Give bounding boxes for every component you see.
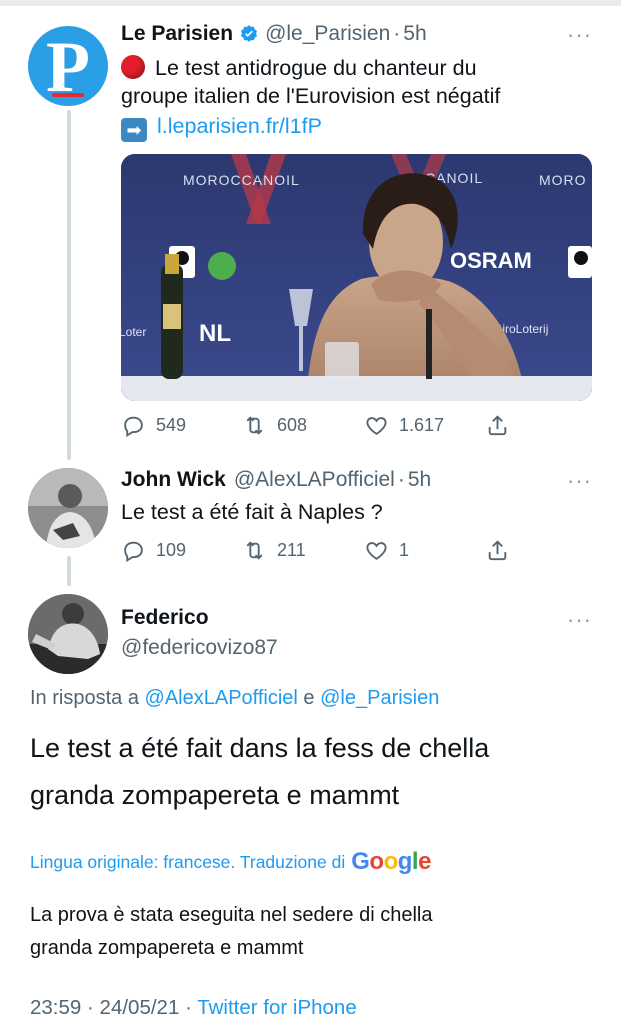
mention-link[interactable]: @AlexLAPofficiel <box>145 687 298 709</box>
table <box>121 376 592 401</box>
author-handle[interactable]: @le_Parisien <box>265 22 390 46</box>
main-tweet-line-1: Le test a été fait dans la fess de chell… <box>30 733 490 763</box>
retweet-count: 211 <box>277 540 306 560</box>
translation-label: Lingua originale: francese. Traduzione d… <box>30 851 346 872</box>
article-link[interactable]: l.leparisien.fr/l1fP <box>157 114 322 138</box>
more-options-icon[interactable]: ··· <box>567 24 592 46</box>
reply-count: 109 <box>156 540 187 560</box>
retweet-button[interactable]: 211 <box>242 538 306 563</box>
author-handle[interactable]: @federicovizo87 <box>121 636 278 660</box>
reply-button[interactable]: 549 <box>121 413 186 438</box>
reply-to-label: In risposta a <box>30 687 139 709</box>
author-handle[interactable]: @AlexLAPofficiel <box>234 468 395 492</box>
country-code-text: NL <box>199 320 231 347</box>
like-button[interactable]: 1 <box>364 538 409 563</box>
federico-avatar[interactable] <box>28 594 108 674</box>
reply-icon <box>124 416 143 438</box>
avatar-photo <box>28 468 108 548</box>
more-options-icon[interactable]: ··· <box>567 609 592 631</box>
tweet-date[interactable]: 24/05/21 <box>100 996 180 1019</box>
share-button[interactable] <box>485 538 520 563</box>
share-icon <box>488 415 507 436</box>
translation-attribution[interactable]: Lingua originale: francese. Traduzione d… <box>30 848 431 876</box>
translated-text: La prova è stata eseguita nel sedere di … <box>30 899 600 965</box>
translated-line-2: granda zompapereta e mammt <box>30 937 304 959</box>
tweet-media-image[interactable]: MOROCCANOIL CANOIL MORO OSRAM NL Loter k… <box>121 154 592 401</box>
replying-to: In risposta a @AlexLAPofficiel e @le_Par… <box>30 687 439 710</box>
tweet-time[interactable]: 5h <box>403 22 426 46</box>
translated-line-1: La prova è stata eseguita nel sedere di … <box>30 904 433 926</box>
separator: · <box>87 996 94 1019</box>
like-icon <box>366 542 387 560</box>
tweet-header: Le Parisien @le_Parisien · 5h <box>121 22 427 46</box>
share-button[interactable] <box>485 413 520 438</box>
water-glass <box>325 342 359 378</box>
logo-red-bar <box>52 93 84 97</box>
retweet-button[interactable]: 608 <box>242 413 307 438</box>
reply-to-and: e <box>303 687 315 709</box>
banner-text-left: MOROCCANOIL <box>183 172 300 188</box>
reply-count: 549 <box>156 415 187 435</box>
banner-bottom-left: Loter <box>121 325 146 339</box>
author-name[interactable]: Federico <box>121 606 209 630</box>
tweet-line-1: Le test antidrogue du chanteur du <box>155 56 477 80</box>
like-count: 1 <box>399 540 410 560</box>
separator: · <box>185 996 192 1019</box>
right-arrow-emoji-icon: ➡ <box>121 118 147 142</box>
main-tweet-text: Le test a été fait dans la fess de chell… <box>30 725 600 819</box>
thread-line <box>67 110 71 460</box>
retweet-count: 608 <box>277 415 308 435</box>
verified-badge-icon <box>239 24 259 44</box>
tweet-footer: 23:59 · 24/05/21 · Twitter for iPhone <box>30 996 357 1020</box>
tweet-header: John Wick @AlexLAPofficiel · 5h <box>121 468 431 492</box>
mention-link[interactable]: @le_Parisien <box>320 687 439 709</box>
author-name-row: Federico <box>121 606 209 630</box>
sponsor-text: OSRAM <box>450 248 532 273</box>
retweet-icon <box>246 541 263 560</box>
tweet-source[interactable]: Twitter for iPhone <box>197 996 357 1019</box>
like-count: 1.617 <box>399 415 445 435</box>
share-icon <box>488 540 507 561</box>
reply-button[interactable]: 109 <box>121 538 186 563</box>
author-handle-row: @federicovizo87 <box>121 636 278 660</box>
tweet-text: Le test antidrogue du chanteur du groupe… <box>121 54 591 142</box>
like-button[interactable]: 1.617 <box>364 413 444 438</box>
avatar-photo <box>28 594 108 674</box>
red-circle-emoji-icon <box>121 55 145 79</box>
banner-text-right: MORO <box>539 172 587 188</box>
retweet-icon <box>246 416 263 435</box>
top-divider <box>0 0 621 6</box>
author-name[interactable]: Le Parisien <box>121 22 233 46</box>
tweet-line-2: groupe italien de l'Eurovision est négat… <box>121 84 501 108</box>
reply-icon <box>124 541 143 563</box>
google-logo-icon: Google <box>351 848 431 875</box>
like-icon <box>366 417 387 435</box>
more-options-icon[interactable]: ··· <box>567 470 592 492</box>
press-conference-photo: MOROCCANOIL CANOIL MORO OSRAM NL Loter k… <box>121 154 592 401</box>
tweet-text: Le test a été fait à Naples ? <box>121 500 383 524</box>
tweet-timestamp[interactable]: 23:59 <box>30 996 81 1019</box>
le-parisien-avatar[interactable]: P <box>28 26 108 106</box>
thread-line <box>67 556 71 586</box>
main-tweet-line-2: granda zompapereta e mammt <box>30 780 400 810</box>
microphone <box>426 309 432 379</box>
author-name[interactable]: John Wick <box>121 468 226 492</box>
tweet-time[interactable]: 5h <box>408 468 431 492</box>
john-wick-avatar[interactable] <box>28 468 108 548</box>
separator: · <box>397 468 405 491</box>
green-logo <box>208 252 236 280</box>
separator: · <box>393 22 401 45</box>
